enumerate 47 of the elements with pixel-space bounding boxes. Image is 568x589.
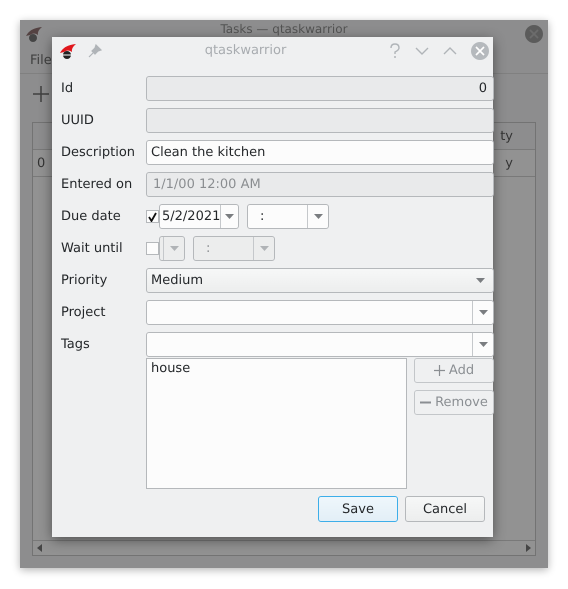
dropdown-arrow-icon: [260, 246, 268, 251]
field-label: Description: [61, 145, 136, 160]
maximize-icon[interactable]: [443, 46, 457, 54]
horizontal-scrollbar[interactable]: [33, 540, 535, 555]
field-label: UUID: [61, 113, 95, 128]
time-picker[interactable]: :: [247, 204, 329, 229]
scroll-right-icon[interactable]: [524, 543, 532, 553]
checkbox[interactable]: [146, 210, 159, 223]
helmet-icon: [58, 42, 78, 58]
scroll-left-icon[interactable]: [36, 543, 44, 553]
list-item[interactable]: house: [151, 361, 190, 376]
dropdown-arrow-icon: [476, 278, 485, 283]
window-title: qtaskwarrior: [204, 43, 288, 58]
field-label: Id: [61, 81, 74, 96]
plus-icon: [434, 365, 445, 376]
field-label: Tags: [61, 336, 91, 352]
table-cell-text: 0: [36, 156, 46, 170]
readonly-field: 1/1/00 12:00 AM: [146, 172, 494, 197]
checkbox[interactable]: [146, 242, 159, 255]
combo-field[interactable]: [146, 332, 494, 356]
minimize-icon[interactable]: [415, 46, 429, 54]
close-icon[interactable]: [471, 42, 489, 60]
help-icon[interactable]: [389, 42, 401, 58]
date-picker[interactable]: 5/2/2021: [159, 204, 239, 229]
dropdown-arrow-icon: [225, 214, 234, 219]
field-label: Wait until: [61, 241, 124, 256]
helmet-icon: [24, 26, 44, 42]
combo-field[interactable]: [146, 300, 494, 325]
dropdown-arrow-icon: [314, 214, 322, 219]
readonly-field: 0: [146, 76, 494, 101]
pin-icon[interactable]: [88, 44, 102, 58]
window-title: Tasks — qtaskwarrior: [219, 22, 349, 36]
dropdown-arrow-icon: [170, 246, 178, 251]
field-label: Project: [61, 305, 106, 320]
dropdown[interactable]: Medium: [146, 268, 494, 293]
field-label: Priority: [61, 273, 108, 288]
field-label: Due date: [61, 209, 122, 224]
close-icon[interactable]: [524, 24, 544, 44]
dialog-button[interactable]: Save: [318, 496, 398, 522]
input-field[interactable]: Clean the kitchen: [146, 140, 494, 165]
dialog-button[interactable]: Cancel: [405, 496, 485, 522]
add-icon[interactable]: [32, 85, 50, 103]
dropdown-arrow-icon: [478, 342, 488, 346]
dropdown-arrow-icon: [478, 310, 488, 315]
field-label: Entered on: [61, 177, 134, 192]
column-header: ty: [500, 128, 514, 146]
table-cell-text: y: [505, 156, 514, 170]
